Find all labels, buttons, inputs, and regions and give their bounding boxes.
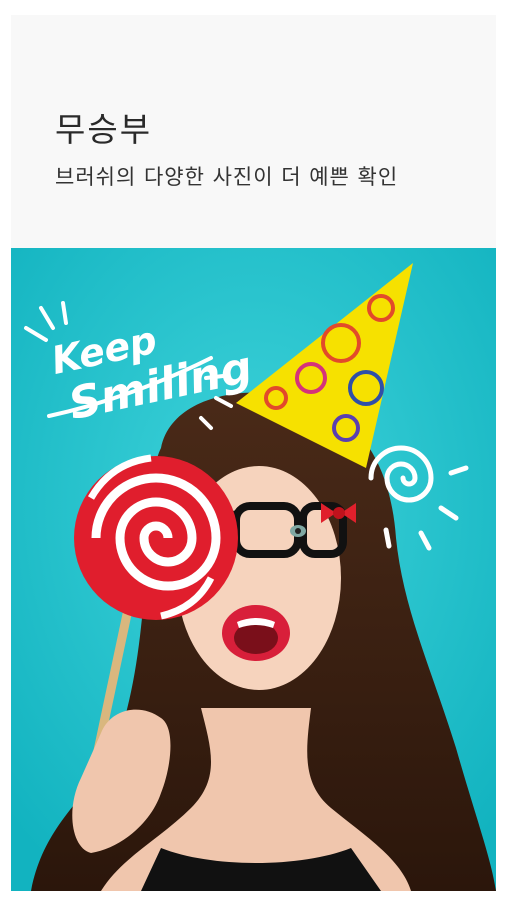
promo-card: 무승부 브러쉬의 다양한 사진이 더 예쁜 확인 Keep Smiling [11,15,496,891]
lollipop [74,454,238,620]
page-title: 무승부 [55,110,153,149]
hero-photo: Keep Smiling [11,248,496,891]
hero-illustration: Keep Smiling [11,248,496,891]
page-subtitle: 브러쉬의 다양한 사진이 더 예쁜 확인 [55,165,399,189]
header-panel: 무승부 브러쉬의 다양한 사진이 더 예쁜 확인 [11,15,496,248]
